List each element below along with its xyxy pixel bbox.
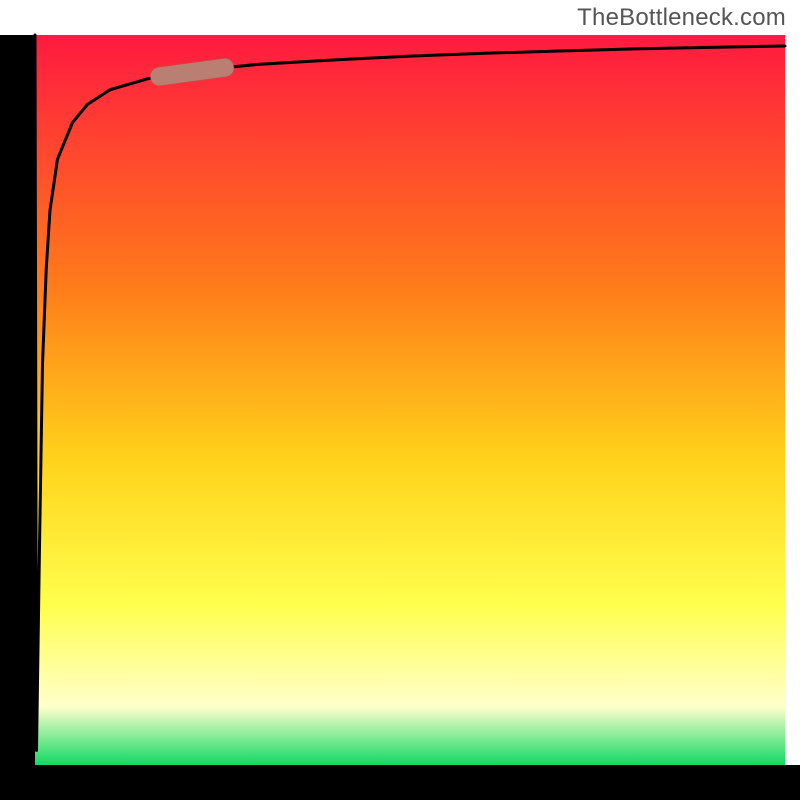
axis-bottom <box>0 765 800 800</box>
chart-svg <box>0 0 800 800</box>
highlight-pill-outline <box>160 68 225 77</box>
chart-container: TheBottleneck.com <box>0 0 800 800</box>
axis-left <box>0 35 35 800</box>
plot-background <box>35 35 785 765</box>
